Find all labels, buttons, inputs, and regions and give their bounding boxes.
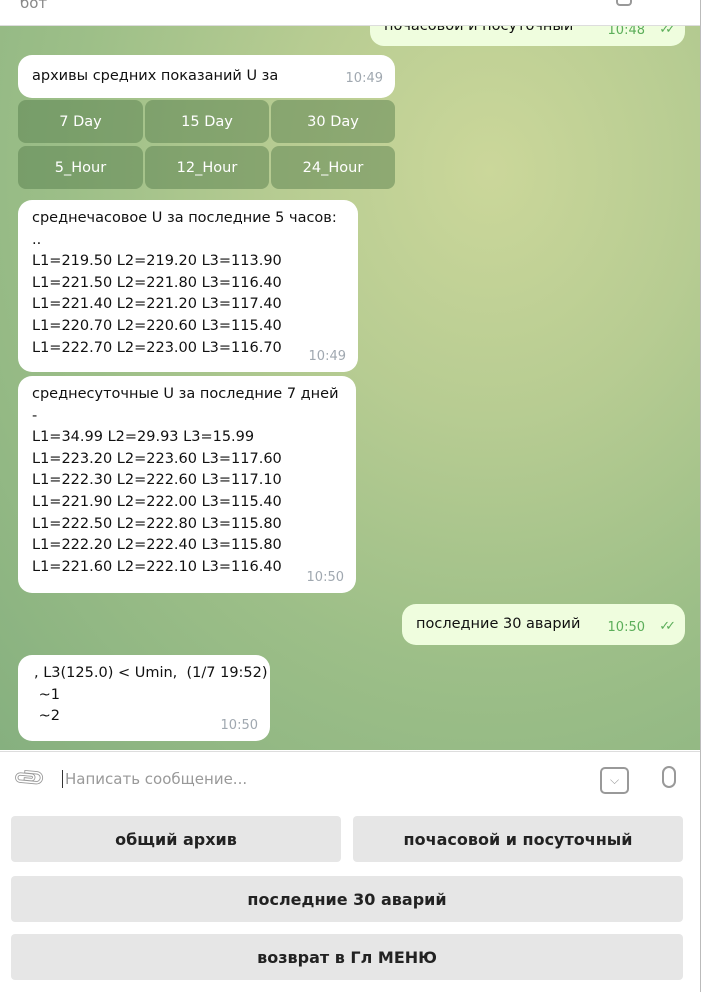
message-outgoing: почасовой и посуточный 10:48 ✓✓ [370, 26, 685, 46]
inline-button-5-hour[interactable]: 5_Hour [18, 146, 143, 189]
message-line: L1=220.70 L2=220.60 L3=115.40 [32, 317, 282, 334]
keyboard-button-last-30-alarms[interactable]: последние 30 аварий [11, 876, 683, 922]
message-text: почасовой и посуточный [384, 26, 574, 34]
microphone-icon[interactable] [662, 766, 676, 788]
message-line: среднесуточные U за последние 7 дней [32, 386, 339, 402]
message-line: L1=221.60 L2=222.10 L3=116.40 [32, 558, 282, 575]
message-outgoing: последние 30 аварий 10:50 ✓✓ [402, 604, 685, 645]
message-time: 10:50 [306, 570, 344, 586]
chat-header: бот [0, 0, 700, 26]
message-text: архивы средних показаний U за [32, 68, 279, 84]
keyboard-button-hourly-daily[interactable]: почасовой и посуточный [353, 816, 683, 862]
message-line: L1=223.20 L2=223.60 L3=117.60 [32, 450, 282, 467]
message-line: L1=219.50 L2=219.20 L3=113.90 [32, 253, 282, 270]
double-check-icon: ✓✓ [659, 619, 676, 635]
message-line: L1=221.90 L2=222.00 L3=115.40 [32, 493, 282, 510]
bot-keyboard-icon[interactable]: ⌵ [600, 767, 629, 794]
inline-button-30-day[interactable]: 30 Day [271, 100, 395, 143]
message-line: L1=222.30 L2=222.60 L3=117.10 [32, 472, 282, 489]
message-incoming: среднесуточные U за последние 7 дней - L… [18, 376, 356, 593]
keyboard-button-main-menu[interactable]: возврат в Гл МЕНЮ [11, 934, 683, 980]
chat-subtitle: бот [20, 0, 48, 12]
background-window-edge [700, 0, 708, 992]
message-time: 10:48 [607, 26, 645, 39]
inline-button-12-hour[interactable]: 12_Hour [145, 146, 269, 189]
message-time: 10:50 [220, 718, 258, 734]
message-line: L1=222.20 L2=222.40 L3=115.80 [32, 537, 282, 554]
keyboard-button-general-archive[interactable]: общий архив [11, 816, 341, 862]
call-icon[interactable] [616, 0, 632, 6]
message-line: ~1 [34, 686, 60, 703]
message-line: L1=221.50 L2=221.80 L3=116.40 [32, 274, 282, 291]
message-incoming: архивы средних показаний U за 10:49 [18, 55, 395, 98]
message-line: L1=34.99 L2=29.93 L3=15.99 [32, 429, 255, 446]
message-line: - [32, 407, 38, 424]
inline-button-24-hour[interactable]: 24_Hour [271, 146, 395, 189]
message-text: последние 30 аварий [416, 616, 581, 632]
message-time: 10:49 [308, 349, 346, 365]
message-time: 10:49 [345, 71, 383, 87]
message-incoming: , L3(125.0) < Umin, (1/7 19:52) ~1 ~2 10… [18, 655, 270, 741]
inline-button-15-day[interactable]: 15 Day [145, 100, 269, 143]
double-check-icon: ✓✓ [659, 26, 676, 38]
message-line: L1=222.50 L2=222.80 L3=115.80 [32, 515, 282, 532]
message-time: 10:50 [607, 620, 645, 636]
message-line: среднечасовое U за последние 5 часов: [32, 210, 337, 226]
message-composer: 📎︎ Написать сообщение... ⌵ [0, 751, 700, 807]
message-line: .. [32, 231, 42, 248]
inline-button-7-day[interactable]: 7 Day [18, 100, 143, 143]
message-incoming: среднечасовое U за последние 5 часов: ..… [18, 200, 358, 372]
message-input[interactable]: Написать сообщение... [62, 770, 247, 788]
message-line: L1=222.70 L2=223.00 L3=116.70 [32, 339, 282, 356]
message-line: , L3(125.0) < Umin, (1/7 19:52) [34, 665, 268, 681]
chat-area[interactable]: почасовой и посуточный 10:48 ✓✓ архивы с… [0, 26, 700, 750]
paperclip-icon[interactable]: 📎︎ [11, 760, 48, 797]
message-line: L1=221.40 L2=221.20 L3=117.40 [32, 296, 282, 313]
